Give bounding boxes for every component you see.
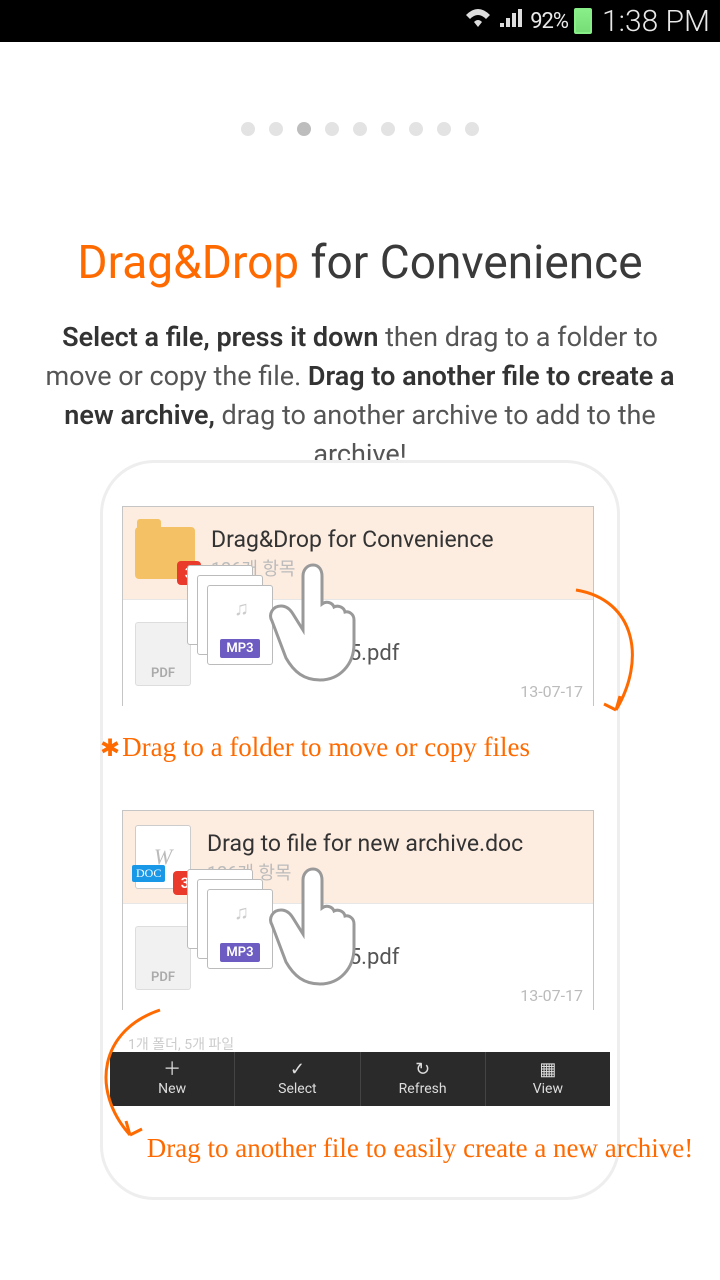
list-row-pdf: PDF 130615.pdf 13-07-17 [123,599,593,707]
title-rest: for Convenience [299,236,642,290]
refresh-icon: ↻ [415,1061,430,1079]
page-dot-active[interactable] [297,122,311,136]
battery-percentage: 92% [530,9,568,34]
toolbar-view-button[interactable]: ▦View [486,1052,610,1106]
toolbar-refresh-button[interactable]: ↻Refresh [361,1052,486,1106]
page-dot[interactable] [465,122,479,136]
pdf-icon: PDF [135,926,191,990]
annotation-drag-file: Drag to another file to easily create a … [140,1130,700,1166]
bottom-toolbar: ＋New ✓Select ↻Refresh ▦View [110,1052,610,1106]
count-badge: 3 [177,561,201,585]
page-dot[interactable] [269,122,283,136]
toolbar-select-button[interactable]: ✓Select [235,1052,360,1106]
battery-icon [574,8,592,34]
row-filename: 130615.pdf [287,945,399,970]
arrow-annotation-icon [556,580,656,730]
title-accent: Drag&Drop [77,236,299,290]
doc-label: DOC [132,865,165,882]
row-filename: 130615.pdf [287,641,399,666]
list-row-doc: W DOC 3 Drag to file for new archive.doc… [123,811,593,903]
page-indicator[interactable] [0,122,720,136]
page-dot[interactable] [325,122,339,136]
check-icon: ✓ [290,1061,305,1079]
page-dot[interactable] [437,122,451,136]
status-bar: 92% 1:38 PM [0,0,720,42]
page-dot[interactable] [353,122,367,136]
list-row-pdf: PDF 130615.pdf 13-07-17 [123,903,593,1011]
count-badge: 3 [173,871,197,895]
file-list-card-folder: 3 Drag&Drop for Convenience 126개 항목 PDF … [122,506,594,706]
grid-icon: ▦ [539,1061,556,1079]
file-list-card-doc: W DOC 3 Drag to file for new archive.doc… [122,810,594,1010]
row-subtitle: 126개 항목 [207,859,523,885]
signal-icon [498,6,524,36]
row-subtitle: 126개 항목 [211,555,494,581]
row-title: Drag to file for new archive.doc [207,830,523,857]
page-description: Select a file, press it down then drag t… [34,318,686,475]
row-title: Drag&Drop for Convenience [211,526,494,553]
arrow-annotation-icon [70,1000,180,1150]
list-row-folder: 3 Drag&Drop for Convenience 126개 항목 [123,507,593,599]
page-dot[interactable] [241,122,255,136]
annotation-drag-folder: ✱Drag to a folder to move or copy files [100,732,720,763]
star-icon: ✱ [100,736,120,762]
wifi-icon [464,6,492,36]
pdf-icon: PDF [135,622,191,686]
status-time: 1:38 PM [602,4,710,39]
row-date: 13-07-17 [520,986,583,1005]
page-dot[interactable] [409,122,423,136]
page-title: Drag&Drop for Convenience [0,236,720,290]
page-dot[interactable] [381,122,395,136]
